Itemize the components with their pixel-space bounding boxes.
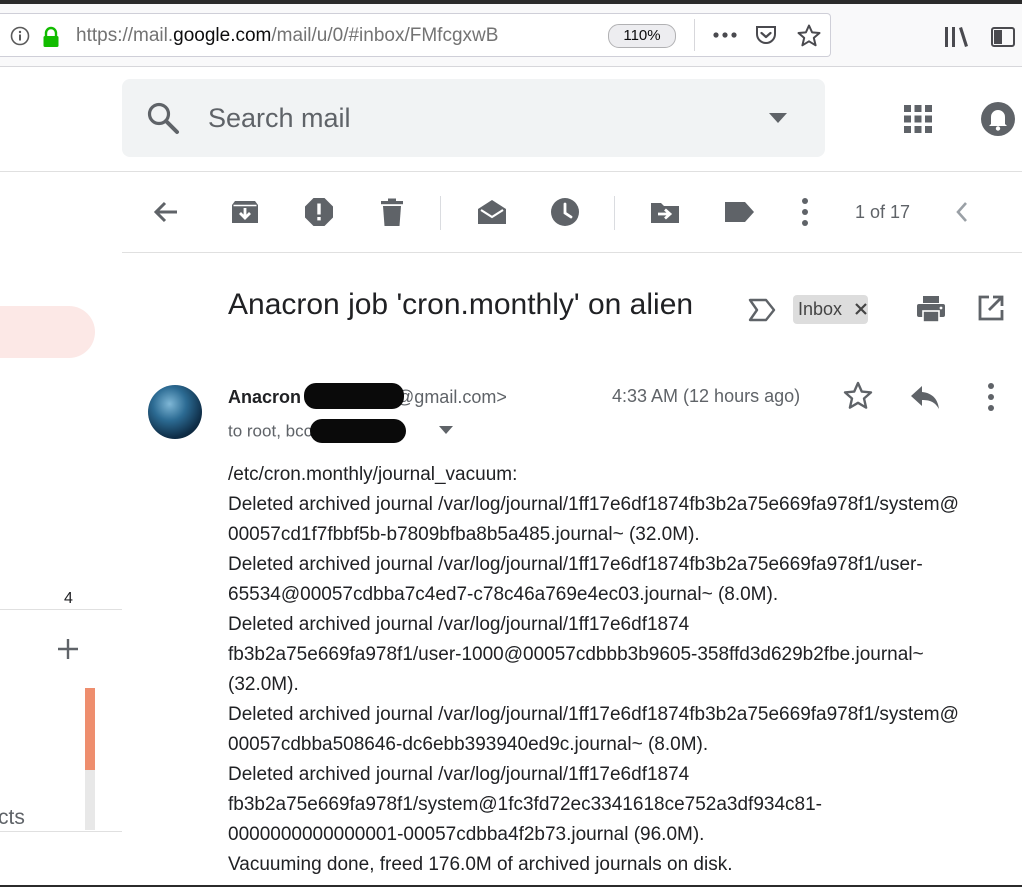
zoom-level-badge[interactable]: 110% xyxy=(608,24,676,48)
reply-icon[interactable] xyxy=(909,382,941,412)
move-to-button[interactable] xyxy=(649,196,681,228)
account-icon[interactable] xyxy=(980,100,1016,138)
sidebar-divider xyxy=(0,609,122,610)
search-icon[interactable] xyxy=(146,101,180,135)
chevron-down-icon[interactable] xyxy=(438,424,454,436)
sidebar-item-count: 4 xyxy=(64,590,73,607)
print-icon[interactable] xyxy=(916,294,946,324)
pocket-icon[interactable] xyxy=(754,23,778,47)
url-text[interactable]: https://mail.google.com/mail/u/0/#inbox/… xyxy=(76,25,556,47)
lock-icon[interactable] xyxy=(40,26,62,48)
ellipsis-icon[interactable] xyxy=(711,25,739,45)
redaction xyxy=(304,383,405,409)
chevron-down-icon[interactable] xyxy=(767,111,789,125)
label-icon xyxy=(725,202,754,222)
close-icon[interactable] xyxy=(854,302,868,316)
body-line: 65534@00057cdbba7c4ed7-c78c46a769e4ec03.… xyxy=(228,584,779,605)
browser-toolbar: https://mail.google.com/mail/u/0/#inbox/… xyxy=(0,4,1022,67)
library-icon[interactable] xyxy=(942,24,970,50)
label-button[interactable] xyxy=(723,196,755,228)
snooze-icon xyxy=(551,198,579,226)
body-line: 0000000000000001-00057cdbba4f2b73.journa… xyxy=(228,824,705,845)
search-input[interactable] xyxy=(208,97,728,139)
sender-name[interactable]: Anacron xyxy=(228,387,301,407)
more-vert-icon[interactable] xyxy=(982,381,1000,413)
redaction xyxy=(310,419,407,443)
toolbar-separator xyxy=(440,196,441,230)
open-new-window-icon[interactable] xyxy=(977,294,1005,322)
search-bar[interactable] xyxy=(122,79,825,157)
plus-icon[interactable] xyxy=(56,637,80,661)
sidebar-toggle-icon[interactable] xyxy=(990,26,1016,48)
body-line: Deleted archived journal /var/log/journa… xyxy=(228,764,690,785)
mark-unread-button[interactable] xyxy=(476,196,508,228)
body-line: fb3b2a75e669fa978f1/user-1000@00057cdbbb… xyxy=(228,644,924,665)
header-divider xyxy=(0,171,1022,172)
body-line: Vacuuming done, freed 176.0M of archived… xyxy=(228,854,733,875)
delete-icon xyxy=(381,198,403,226)
sender-email: @gmail.com> xyxy=(396,386,507,407)
toolbar-separator xyxy=(614,196,615,230)
more-vert-icon xyxy=(802,198,808,226)
snooze-button[interactable] xyxy=(549,196,581,228)
sidebar-item-inbox[interactable] xyxy=(0,306,95,358)
report-spam-icon xyxy=(305,198,333,226)
apps-grid-icon[interactable] xyxy=(903,104,933,134)
sidebar-scrollbar-thumb[interactable] xyxy=(85,688,95,770)
email-subject: Anacron job 'cron.monthly' on alien xyxy=(228,288,694,321)
body-line: 00057cd1f7fbbf5b-b7809bfba8b5a485.journa… xyxy=(228,524,700,545)
avatar[interactable] xyxy=(148,385,202,439)
body-line: Deleted archived journal /var/log/journa… xyxy=(228,494,959,515)
body-line: fb3b2a75e669fa978f1/system@1fc3fd72ec334… xyxy=(228,794,822,815)
message-timestamp: 4:33 AM (12 hours ago) xyxy=(612,386,801,406)
message-body: /etc/cron.monthly/journal_vacuum: Delete… xyxy=(228,460,1018,880)
archive-icon xyxy=(232,201,258,223)
recipients-line: to root, bcc xyxy=(228,419,407,444)
delete-button[interactable] xyxy=(376,196,408,228)
prev-chevron-icon[interactable] xyxy=(950,198,976,226)
move-to-icon xyxy=(651,203,679,223)
bookmark-star-icon[interactable] xyxy=(796,23,822,49)
more-actions-button[interactable] xyxy=(789,196,821,228)
importance-marker-icon[interactable] xyxy=(747,297,777,323)
archive-button[interactable] xyxy=(229,196,261,228)
mark-unread-icon xyxy=(478,200,506,224)
back-arrow-icon xyxy=(153,201,177,223)
address-bar[interactable]: https://mail.google.com/mail/u/0/#inbox/… xyxy=(0,13,831,57)
star-icon[interactable] xyxy=(842,380,874,412)
sidebar-item-label[interactable]: cts xyxy=(0,806,25,830)
body-line: /etc/cron.monthly/journal_vacuum: xyxy=(228,464,518,485)
report-spam-button[interactable] xyxy=(303,196,335,228)
toolbar-divider xyxy=(122,252,1022,253)
body-line: (32.0M). xyxy=(228,674,299,695)
body-line: Deleted archived journal /var/log/journa… xyxy=(228,554,923,575)
toolbar-separator xyxy=(694,19,695,51)
recipients-text: to root, bcc xyxy=(228,421,313,441)
body-line: Deleted archived journal /var/log/journa… xyxy=(228,614,690,635)
body-line: Deleted archived journal /var/log/journa… xyxy=(228,704,959,725)
pagination-text: 1 of 17 xyxy=(855,202,911,222)
info-icon[interactable] xyxy=(10,26,30,46)
label-chip-text: Inbox xyxy=(798,299,843,319)
sidebar-divider xyxy=(0,831,122,832)
body-line: 00057cdbba508646-dc6ebb393940ed9c.journa… xyxy=(228,734,709,755)
back-button[interactable] xyxy=(150,196,182,228)
sender-line: Anacron @gmail.com> xyxy=(228,383,507,411)
